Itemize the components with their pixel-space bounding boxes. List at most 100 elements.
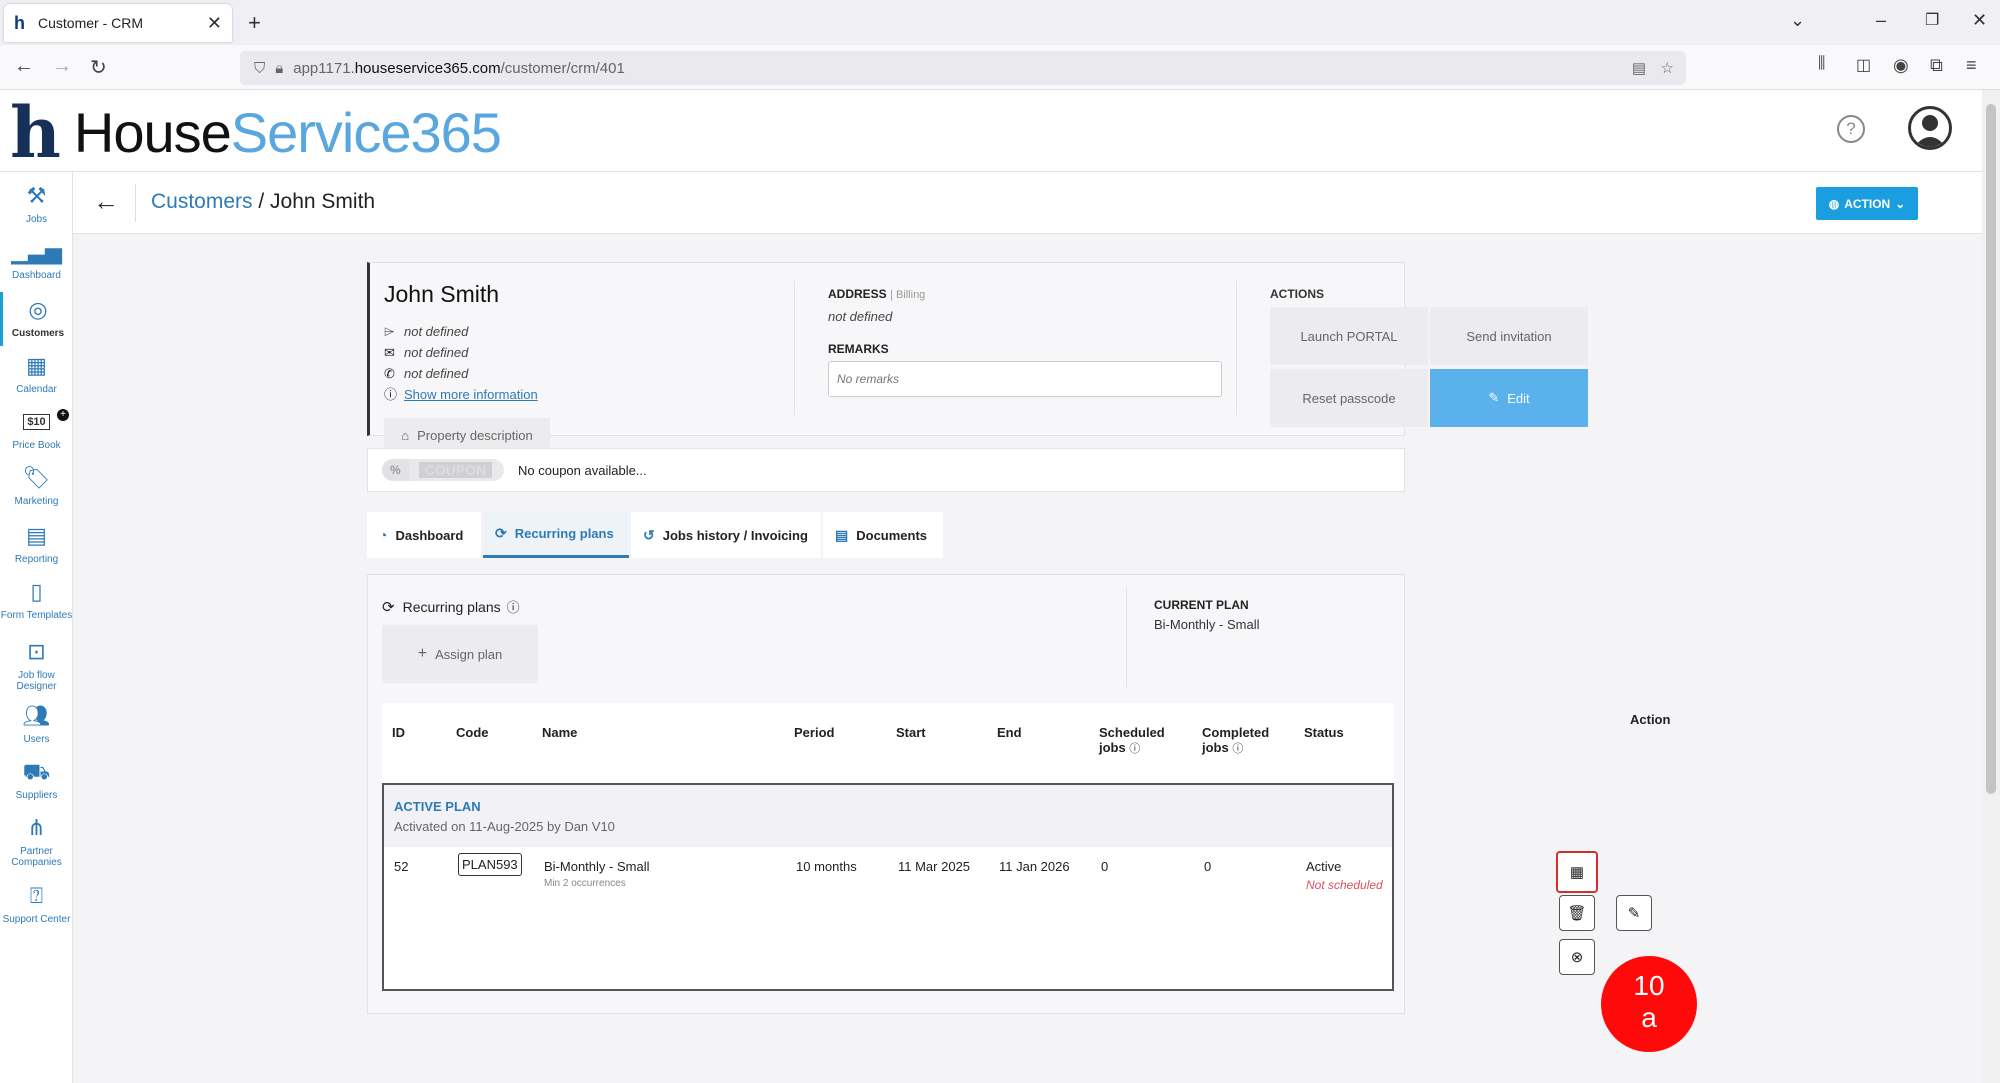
- plus-icon: +: [417, 645, 428, 662]
- plans-title: Recurring plans: [402, 598, 501, 615]
- users-icon: 👥︎: [22, 703, 51, 728]
- col-period: Period: [794, 725, 835, 740]
- phone-icon: ✆: [384, 366, 395, 381]
- assign-plan-button[interactable]: + Assign plan: [382, 625, 538, 683]
- trash-icon: 🗑︎: [1567, 905, 1587, 922]
- show-more-link[interactable]: Show more information: [404, 387, 538, 402]
- browser-tab[interactable]: h Customer - CRM ✕: [4, 4, 232, 42]
- sidebar-item-customers[interactable]: ◎ Customers: [0, 292, 73, 346]
- annotation-letter: a: [1641, 1002, 1657, 1033]
- address-sub: Billing: [895, 289, 926, 301]
- sidebar-item-dashboard[interactable]: ▁▃▅ Dashboard: [0, 238, 73, 281]
- breadcrumb-customers-link[interactable]: Customers: [151, 190, 253, 213]
- launch-portal-button[interactable]: Launch PORTAL: [1270, 307, 1428, 365]
- remarks-heading: REMARKS: [828, 342, 889, 356]
- sidebar-item-support-center[interactable]: ⍰ Support Center: [0, 882, 73, 925]
- coupon-label: COUPON: [418, 462, 493, 478]
- col-scheduled: Scheduled jobs ⓘ: [1099, 725, 1165, 755]
- tab-recurring-plans[interactable]: ⟳ Recurring plans: [483, 512, 629, 558]
- action-button[interactable]: ◍ ACTION ⌄: [1816, 187, 1918, 220]
- page-scrollbar[interactable]: [1982, 90, 2000, 1083]
- reset-passcode-button[interactable]: Reset passcode: [1270, 369, 1428, 427]
- forward-icon[interactable]: →: [52, 55, 72, 78]
- sidebar-item-marketing[interactable]: 🏷︎ Marketing: [0, 464, 73, 507]
- main-content: John Smith ⌲ not defined ✉ not defined ✆ no…: [73, 234, 1982, 1083]
- current-plan-value: Bi-Monthly - Small: [1154, 617, 1260, 632]
- sidebar-item-users[interactable]: 👥︎ Users: [0, 702, 73, 745]
- sidebar-item-job-flow-designer[interactable]: ⊡ Job flow Designer: [0, 638, 73, 692]
- col-id: ID: [392, 725, 405, 740]
- minimize-icon[interactable]: –: [1876, 10, 1886, 31]
- extensions-icon[interactable]: ⧉: [1930, 55, 1943, 76]
- library-icon[interactable]: ⫼: [1818, 55, 1825, 73]
- divider: [135, 184, 136, 222]
- tag-icon: ⌲: [384, 324, 395, 339]
- schedule-calendar-button[interactable]: ▦: [1556, 851, 1598, 893]
- sidebar-item-suppliers[interactable]: ⛟ Suppliers: [0, 758, 73, 801]
- sidebar-item-form-templates[interactable]: ▯ Form Templates: [0, 578, 73, 621]
- reload-icon[interactable]: ↻: [90, 55, 107, 80]
- back-icon[interactable]: ←: [14, 55, 34, 78]
- address-value: not defined: [828, 309, 893, 324]
- delete-button[interactable]: 🗑︎: [1559, 895, 1595, 931]
- menu-icon[interactable]: ≡: [1966, 55, 1977, 76]
- tab-close-icon[interactable]: ✕: [207, 13, 222, 34]
- tab-jobs-history[interactable]: ↺ Jobs history / Invoicing: [631, 512, 821, 558]
- pencil-icon: ✎: [1488, 390, 1500, 405]
- pencil-icon: ✎: [1627, 905, 1641, 922]
- tab-title: Customer - CRM: [38, 15, 144, 31]
- browser-tabbar: h Customer - CRM ✕ + ⌄ – ❐ ✕: [0, 0, 2000, 45]
- info-icon[interactable]: ⓘ: [507, 597, 520, 616]
- user-avatar-icon[interactable]: [1908, 106, 1952, 150]
- divider: [1126, 587, 1127, 687]
- row-id: 52: [394, 859, 409, 874]
- cancel-plan-button[interactable]: ⊗: [1559, 939, 1595, 975]
- help-icon[interactable]: ?: [1837, 115, 1865, 143]
- account-icon[interactable]: ◉: [1893, 55, 1909, 76]
- reader-icon[interactable]: ▤: [1632, 59, 1646, 77]
- send-invitation-button[interactable]: Send invitation: [1430, 307, 1588, 365]
- property-description-label: Property description: [417, 427, 533, 443]
- remarks-input[interactable]: [828, 361, 1222, 397]
- bar-chart-icon: ▁▃▅: [11, 239, 62, 264]
- logo[interactable]: h House Service365: [10, 97, 502, 167]
- edit-button[interactable]: ✎ Edit: [1430, 369, 1588, 427]
- flow-icon: ⊡: [27, 639, 46, 664]
- tab-list-chevron-icon[interactable]: ⌄: [1790, 10, 1805, 31]
- sidebar-item-reporting[interactable]: ▤ Reporting: [0, 522, 73, 565]
- scrollbar-thumb[interactable]: [1986, 104, 1996, 794]
- tab-dashboard[interactable]: ◔ Dashboard: [367, 512, 481, 558]
- restore-icon[interactable]: ❐: [1925, 10, 1939, 30]
- tab-documents[interactable]: ▤ Documents: [823, 512, 943, 558]
- row-status: Active: [1306, 859, 1342, 874]
- contact-list: ⌲ not defined ✉ not defined ✆ not defined ⓘ…: [384, 321, 538, 405]
- url-domain: houseservice365.com: [354, 59, 501, 77]
- info-icon[interactable]: ⓘ: [1232, 743, 1243, 755]
- recurring-plans-panel: ⟳ Recurring plans ⓘ + Assign plan CURRENT…: [367, 574, 1652, 1014]
- divider: [1236, 281, 1237, 415]
- row-scheduled: 0: [1101, 859, 1109, 874]
- edit-plan-button[interactable]: ✎: [1616, 895, 1652, 931]
- window-close-icon[interactable]: ✕: [1972, 10, 1987, 31]
- property-description-button[interactable]: ⌂ Property description: [384, 418, 550, 452]
- row-status-sub: Not scheduled: [1306, 878, 1383, 892]
- row-name-sub: Min 2 occurrences: [544, 878, 626, 889]
- new-tab-button[interactable]: +: [248, 10, 261, 36]
- add-price-book-icon[interactable]: +: [57, 409, 69, 421]
- refresh-icon: ⟳: [382, 598, 395, 616]
- sidebar-item-partner-companies[interactable]: ⋔ Partner Companies: [0, 814, 73, 868]
- sidebar-item-jobs[interactable]: ⚒ Jobs: [0, 182, 73, 225]
- url-bar[interactable]: ⛉ 🔒︎ app1171. houseservice365.com/custome…: [240, 51, 1686, 85]
- back-arrow-icon[interactable]: ←: [93, 186, 119, 217]
- bookmark-star-icon[interactable]: ☆: [1661, 59, 1674, 77]
- sidebar-item-calendar[interactable]: ▦ Calendar: [0, 352, 73, 395]
- row-code-badge: PLAN593: [458, 853, 522, 876]
- row-period: 10 months: [796, 859, 857, 874]
- calendar-icon: ▦: [26, 353, 47, 378]
- activated-text: Activated on 11-Aug-2025 by Dan V10: [394, 819, 615, 834]
- row-name: Bi-Monthly - Small: [544, 859, 650, 874]
- contact-email: not defined: [404, 345, 469, 360]
- sidebar-toggle-icon[interactable]: ◫: [1856, 55, 1871, 75]
- document-icon: ▤: [835, 526, 849, 543]
- info-icon[interactable]: ⓘ: [1129, 743, 1140, 755]
